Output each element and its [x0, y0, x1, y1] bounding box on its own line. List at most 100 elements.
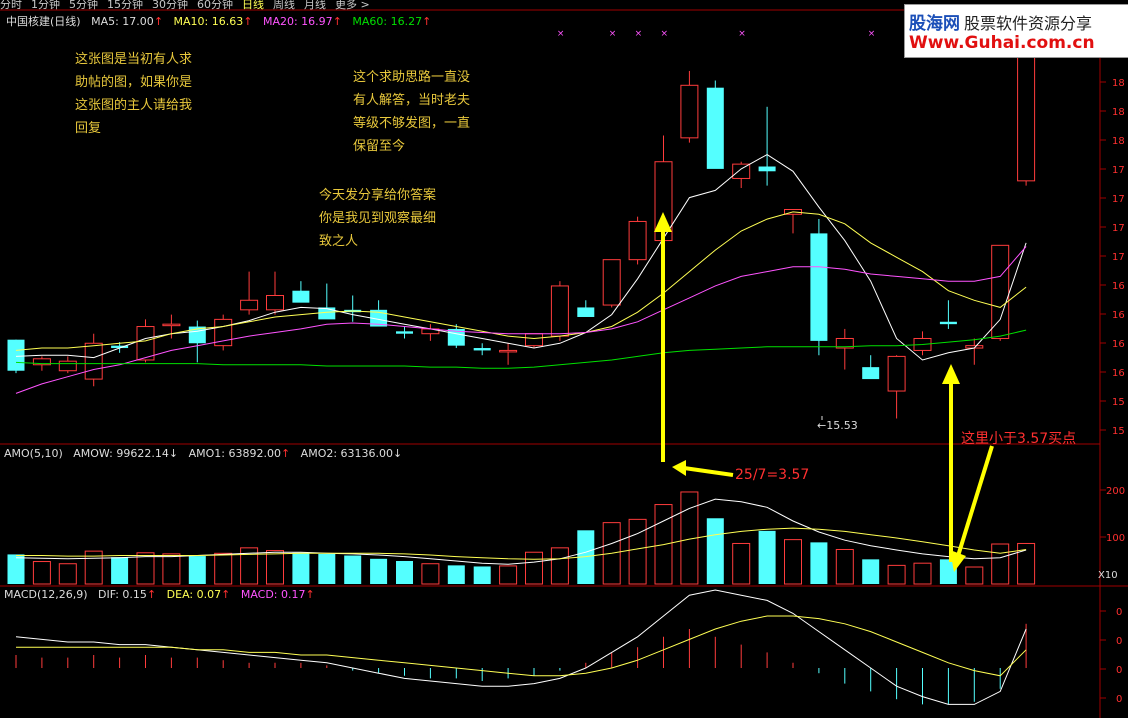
note-2: 这个求助思路一直没 有人解答，当时老夫 等级不够发图，一直 保留至今: [353, 70, 471, 154]
macd-tick-label: 0: [1116, 665, 1122, 676]
candle: [602, 259, 621, 308]
period-tab-8[interactable]: 月线: [304, 0, 326, 11]
candle-body: [7, 339, 25, 371]
amo-bar: [965, 566, 984, 585]
candle-body: [396, 331, 413, 334]
amo-bar: [162, 553, 181, 585]
period-tab-4[interactable]: 30分钟: [152, 0, 188, 11]
macd-title: MACD(12,26,9): [4, 588, 88, 601]
candle-body: [499, 349, 518, 353]
macd-indicator-line: MACD(12,26,9) DIF: 0.15↑ DEA: 0.07↑ MACD…: [4, 588, 322, 601]
amo2-label: AMO2: 63136.00↓: [300, 447, 403, 460]
amo-bar: [292, 552, 310, 584]
amo-bars: [7, 491, 1036, 585]
amo-tick-label: 200: [1106, 486, 1125, 497]
logo-text-a: 股海网: [909, 14, 960, 34]
candle: [188, 320, 206, 363]
amo-bar: [887, 564, 906, 585]
candle: [266, 271, 284, 315]
candle: [525, 333, 543, 349]
amo-bar: [550, 547, 569, 585]
period-tab-6[interactable]: 日线: [242, 0, 264, 11]
period-tab-9[interactable]: 更多 >: [335, 0, 370, 11]
amo-bar: [525, 551, 543, 585]
signal-marker: ×: [635, 29, 643, 39]
amo-bar: [136, 552, 155, 585]
candle-body: [602, 259, 621, 306]
ma60-label: MA60: 16.27↑: [352, 15, 432, 28]
period-tab-2[interactable]: 5分钟: [69, 0, 98, 11]
period-toolbar[interactable]: 分时 1分钟 5分钟 15分钟 30分钟 60分钟 日线 周线 月线 更多 >: [0, 0, 379, 11]
candle: [758, 106, 776, 186]
candle-body: [58, 360, 77, 372]
amo-bar: [266, 550, 284, 585]
candle-body: [162, 323, 181, 327]
main-tick-label: 17: [1112, 165, 1125, 176]
period-tab-7[interactable]: 周线: [273, 0, 295, 11]
period-tab-3[interactable]: 15分钟: [107, 0, 143, 11]
candle: [58, 356, 77, 374]
main-tick-label: 16: [1112, 281, 1125, 292]
macd-tick-label: 0: [1116, 607, 1122, 618]
signal-marker: ×: [738, 29, 746, 39]
amo-bar: [7, 554, 25, 584]
dea-line: [16, 615, 1027, 677]
candle: [396, 326, 413, 339]
ma10-label: MA10: 16.63↑: [173, 15, 253, 28]
amo-bar: [784, 539, 802, 585]
amo-bar: [499, 565, 518, 585]
amo-bar: [758, 530, 776, 584]
candle-body: [318, 307, 336, 320]
amo-unit-label: X10: [1098, 570, 1118, 581]
candle: [344, 295, 362, 322]
amo-bar: [111, 557, 129, 584]
amo-bar: [810, 542, 828, 584]
main-tick-label: 18: [1112, 107, 1125, 118]
candle-body: [84, 342, 103, 380]
macd-histogram: [15, 589, 1027, 705]
candle: [887, 355, 906, 419]
main-tick-label: 17: [1112, 223, 1125, 234]
candle: [421, 324, 440, 341]
amo-bar: [862, 559, 880, 584]
amo-bar: [370, 558, 388, 584]
period-tab-5[interactable]: 60分钟: [197, 0, 233, 11]
amo-bar: [421, 563, 440, 585]
period-tab-0[interactable]: 分时: [0, 0, 22, 11]
amo-bar: [835, 548, 854, 585]
candle: [706, 80, 724, 169]
amo-bar: [32, 561, 51, 585]
ma5-label: MA5: 17.00↑: [91, 15, 164, 28]
candle-body: [550, 285, 569, 337]
amo1-label: AMO1: 63892.00↑: [188, 447, 291, 460]
candle-body: [266, 294, 284, 311]
arrow-up2-head: [942, 364, 960, 384]
main-tick-label: 16: [1112, 339, 1125, 350]
logo-url: Www.Guhai.com.cn: [909, 33, 1095, 53]
period-tab-1[interactable]: 1分钟: [31, 0, 60, 11]
amo-bar: [732, 542, 751, 585]
candle: [680, 70, 699, 143]
stock-title: 中国核建(日线): [6, 15, 81, 28]
candle-body: [525, 333, 543, 347]
main-tick-label: 16: [1112, 368, 1125, 379]
candle-body: [628, 220, 647, 261]
candle: [835, 328, 854, 370]
candle-body: [939, 321, 957, 325]
candle: [577, 300, 595, 317]
candle-body: [473, 348, 491, 351]
candle-body: [680, 84, 699, 139]
signal-marker: ×: [661, 29, 669, 39]
main-tick-label: 15: [1112, 426, 1125, 437]
note-1: 这张图是当初有人求 助帖的图，如果你是 这张图的主人请给我 回复: [75, 52, 193, 136]
amo-bar: [706, 518, 724, 584]
ma20-label: MA20: 16.97↑: [262, 15, 342, 28]
amo-bar: [58, 563, 77, 585]
amo-bar: [447, 565, 465, 584]
macd-label: MACD: 0.17↑: [240, 588, 315, 601]
amo-bar: [318, 553, 336, 584]
candle: [473, 343, 491, 356]
ma5-line: [15, 154, 1027, 361]
candle-body: [136, 326, 155, 361]
amo-bar: [991, 543, 1010, 585]
